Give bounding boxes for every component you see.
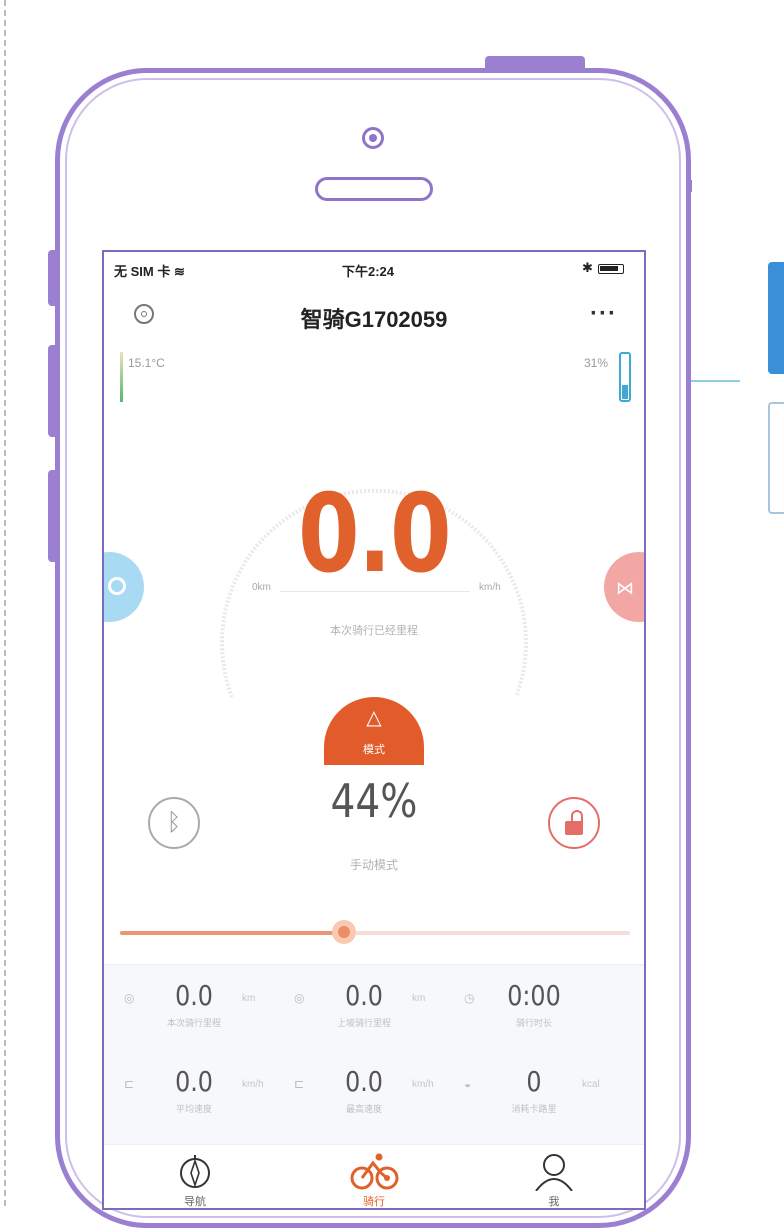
gauge-max-label: km/h <box>479 582 501 593</box>
tab-bar: 导航 骑行 我 <box>104 1144 644 1208</box>
assist-slider-track[interactable] <box>120 931 630 935</box>
left-dashed-border <box>0 0 6 1206</box>
page-title: 智骑G1702059 <box>300 307 448 332</box>
stat-label: 上坡骑行里程 <box>336 1018 391 1028</box>
assist-slider-fill <box>120 931 344 935</box>
stat-item: ⊏ 0.0 km/h 最高速度 <box>284 1057 444 1115</box>
warning-triangle-icon: △ <box>366 707 382 729</box>
share-icon: ⋈ <box>616 578 634 598</box>
mode-name: 手动模式 <box>349 858 398 872</box>
power-button <box>485 56 585 68</box>
wifi-icon: ≋ <box>173 264 185 279</box>
carrier-text: 无 SIM 卡 ≋ <box>114 264 185 279</box>
battery-percent-text: 31% <box>584 356 609 370</box>
stat-unit: km/h <box>242 1079 264 1090</box>
stats-panel: ◎ 0.0 km 本次骑行里程 ◎ 0.0 km 上坡骑行里程 ◷ 0:00 骑… <box>104 964 644 1145</box>
stat-item: ⊏ 0.0 km/h 平均速度 <box>114 1057 274 1115</box>
stat-item: ◎ 0.0 km 本次骑行里程 <box>114 971 274 1029</box>
stat-unit: km <box>412 993 426 1004</box>
stat-value: 0:00 <box>507 979 561 1012</box>
tab-navigation[interactable]: 导航 <box>150 1151 240 1208</box>
annotation-box-blue <box>768 262 784 374</box>
gauge-min-label: 0km <box>252 582 271 593</box>
stat-label: 骑行时长 <box>515 1018 552 1028</box>
temperature-bar <box>120 352 123 402</box>
bluetooth-status-icon: ✱ <box>582 260 593 275</box>
stat-label: 平均速度 <box>175 1104 212 1114</box>
more-menu-icon[interactable]: ··· <box>590 300 617 328</box>
bike-icon <box>350 1153 399 1190</box>
compass-icon <box>180 1155 210 1188</box>
tab-profile[interactable]: 我 <box>509 1151 599 1208</box>
battery-level-icon <box>619 352 631 402</box>
nav-bar: 智骑G1702059 ··· <box>104 292 644 336</box>
user-icon <box>535 1154 573 1191</box>
lock-icon <box>565 821 583 835</box>
status-time: 下午2:24 <box>342 264 395 279</box>
tab-label: 骑行 <box>363 1196 385 1208</box>
lock-button[interactable] <box>548 797 600 849</box>
stat-item: ◎ 0.0 km 上坡骑行里程 <box>284 971 444 1029</box>
stat-unit: kcal <box>582 1079 600 1090</box>
stat-item: ◒ 0 kcal 消耗卡路里 <box>454 1057 614 1115</box>
mode-button[interactable]: △ 模式 <box>324 697 424 765</box>
status-bar: 无 SIM 卡 ≋ 下午2:24 ✱ <box>104 252 644 288</box>
tab-label: 导航 <box>184 1196 206 1208</box>
battery-status-icon <box>598 264 624 274</box>
gauge-subtitle: 本次骑行已经里程 <box>330 625 418 637</box>
temperature-text: 15.1°C <box>128 356 165 370</box>
stat-label: 消耗卡路里 <box>511 1104 557 1114</box>
eye-icon <box>108 577 126 595</box>
stat-item: ◷ 0:00 骑行时长 <box>454 971 614 1029</box>
app-screen: 无 SIM 卡 ≋ 下午2:24 ✱ 智骑G1702059 ··· 15.1°C… <box>102 250 646 1210</box>
annotation-box-outline <box>768 402 784 514</box>
stat-unit: km <box>242 993 256 1004</box>
front-camera <box>362 127 384 149</box>
stat-unit: km/h <box>412 1079 434 1090</box>
speed-value: 0.0 <box>298 472 452 597</box>
gauge-divider <box>280 591 470 592</box>
earpiece-speaker <box>315 177 433 201</box>
stat-label: 本次骑行里程 <box>166 1018 221 1028</box>
tab-label: 我 <box>548 1196 560 1208</box>
stat-label: 最高速度 <box>345 1104 382 1114</box>
mode-button-label: 模式 <box>363 744 385 756</box>
assist-percent: 44% <box>330 774 418 828</box>
assist-slider-thumb[interactable] <box>332 920 356 944</box>
tab-riding[interactable]: 骑行 <box>329 1151 419 1208</box>
